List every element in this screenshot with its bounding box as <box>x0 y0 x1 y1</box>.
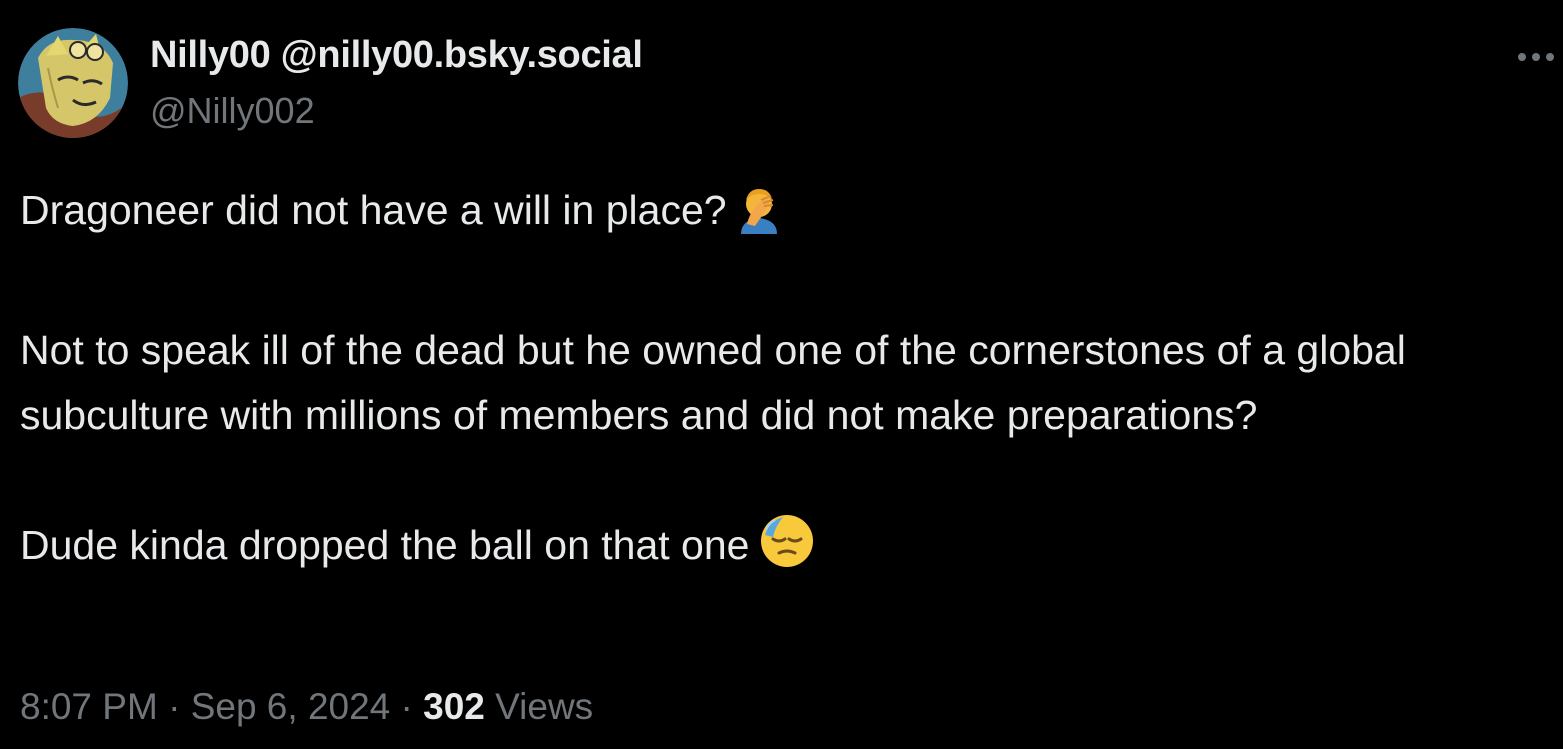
post-time[interactable]: 8:07 PM <box>20 686 158 727</box>
avatar-image <box>18 28 128 138</box>
post-metadata: 8:07 PM · Sep 6, 2024 · 302 Views <box>20 686 593 728</box>
post-line-1: Dragoneer did not have a will in place? <box>20 178 1520 253</box>
avatar[interactable] <box>18 28 128 138</box>
post-line-3: Dude kinda dropped the ball on that one <box>20 513 1520 588</box>
views-count[interactable]: 302 <box>423 686 485 727</box>
post-container: Nilly00 @nilly00.bsky.social @Nilly002 D… <box>0 0 1563 749</box>
post-line-3-text: Dude kinda dropped the ball on that one <box>20 522 750 568</box>
meta-separator: · <box>400 686 413 727</box>
facepalm-emoji-icon <box>737 186 781 253</box>
post-date[interactable]: Sep 6, 2024 <box>191 686 391 727</box>
views-label[interactable]: Views <box>495 686 593 727</box>
author-display-name[interactable]: Nilly00 @nilly00.bsky.social <box>150 34 643 77</box>
meta-separator: · <box>168 686 181 727</box>
more-options-button[interactable] <box>1513 40 1559 70</box>
post-body: Dragoneer did not have a will in place? … <box>20 178 1520 588</box>
sweat-face-emoji-icon <box>759 513 815 588</box>
post-line-1-text: Dragoneer did not have a will in place? <box>20 187 727 233</box>
author-handle[interactable]: @Nilly002 <box>150 90 315 132</box>
more-options-icon <box>1518 53 1554 61</box>
post-paragraph-2: Not to speak ill of the dead but he owne… <box>20 327 1406 438</box>
